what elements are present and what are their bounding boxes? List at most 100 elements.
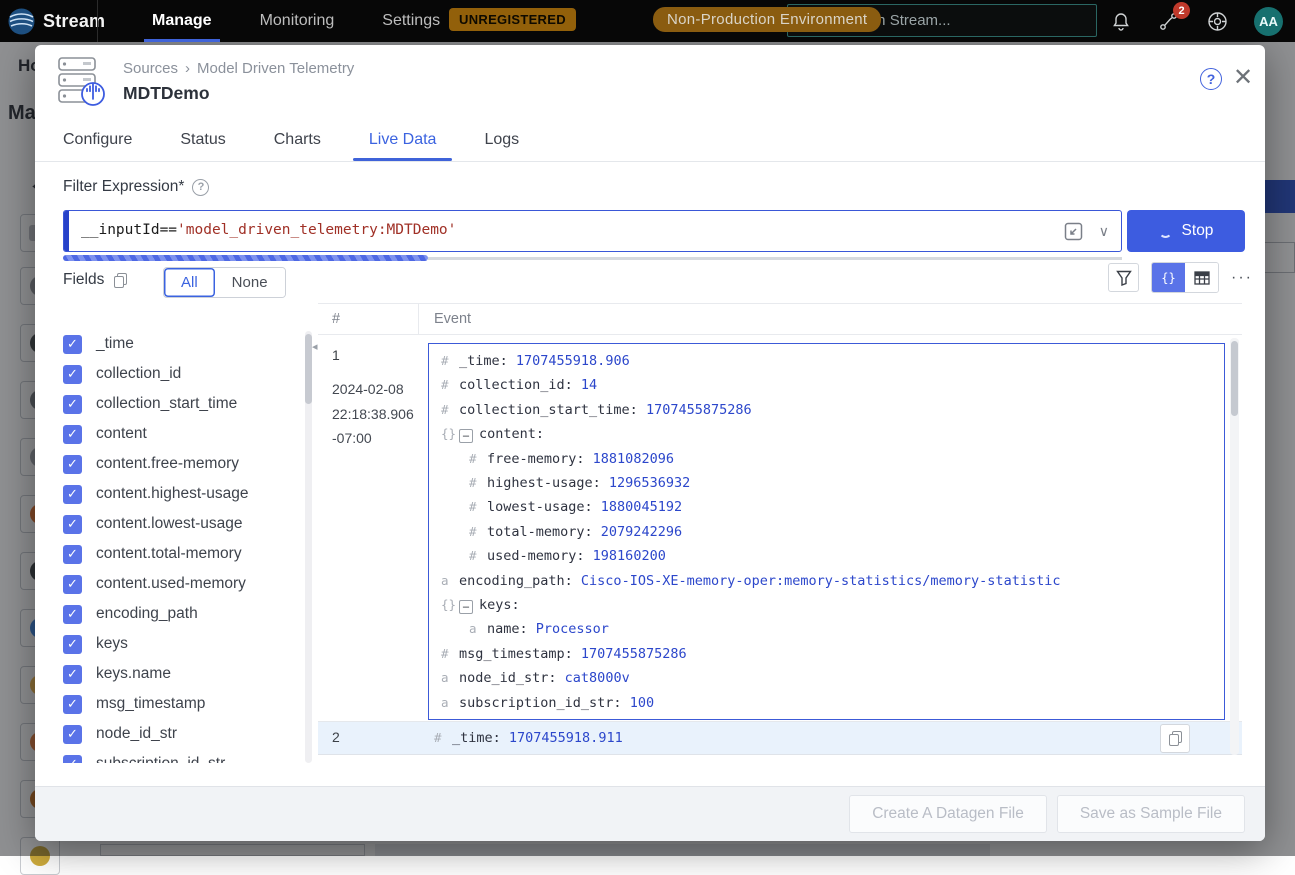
event-value: 198160200	[585, 548, 666, 564]
filter-label-row: Filter Expression* ?	[63, 178, 209, 196]
field-checkbox[interactable]: ✓	[63, 335, 82, 354]
copy-fields-icon[interactable]	[114, 273, 127, 288]
tab-configure[interactable]: Configure	[63, 118, 132, 161]
field-item-content[interactable]: ✓content	[63, 419, 298, 449]
field-checkbox[interactable]: ✓	[63, 515, 82, 534]
user-avatar[interactable]: AA	[1254, 7, 1283, 36]
breadcrumb-sources[interactable]: Sources	[123, 60, 178, 77]
field-item-collection_start_time[interactable]: ✓collection_start_time	[63, 389, 298, 419]
event-field-total-memory[interactable]: #total-memory: 2079242296	[429, 520, 1224, 544]
event-field-name[interactable]: aname: Processor	[429, 617, 1224, 641]
field-checkbox[interactable]: ✓	[63, 665, 82, 684]
event-value: 1707455918.906	[508, 353, 630, 369]
events-scrollbar[interactable]	[1230, 338, 1239, 755]
json-view-button[interactable]: {}	[1152, 263, 1185, 292]
more-options-icon[interactable]: ···	[1231, 269, 1253, 287]
event-field-msg_timestamp[interactable]: #msg_timestamp: 1707455875286	[429, 642, 1224, 666]
expand-editor-icon[interactable]	[1064, 222, 1083, 241]
event-field-content[interactable]: {}−content:	[429, 422, 1224, 446]
event-value: 1880045192	[593, 499, 682, 515]
breadcrumb-source-type[interactable]: Model Driven Telemetry	[197, 60, 354, 77]
filter-expression-input[interactable]: __inputId=='model_driven_telemetry:MDTDe…	[63, 210, 1122, 252]
event-row-2[interactable]: 2 #_time: 1707455918.911	[318, 722, 1242, 755]
field-checkbox[interactable]: ✓	[63, 695, 82, 714]
field-item-content.highest-usage[interactable]: ✓content.highest-usage	[63, 479, 298, 509]
field-item-msg_timestamp[interactable]: ✓msg_timestamp	[63, 689, 298, 719]
field-item-keys[interactable]: ✓keys	[63, 629, 298, 659]
events-scrollbar-thumb[interactable]	[1231, 341, 1238, 416]
field-checkbox[interactable]: ✓	[63, 425, 82, 444]
field-item-_time[interactable]: ✓_time	[63, 329, 298, 359]
field-checkbox[interactable]: ✓	[63, 725, 82, 744]
num-type-icon: #	[441, 642, 459, 666]
field-checkbox[interactable]: ✓	[63, 545, 82, 564]
fields-all-button[interactable]: All	[164, 268, 215, 297]
event-field-used-memory[interactable]: #used-memory: 198160200	[429, 544, 1224, 568]
collapse-node-icon[interactable]: −	[459, 600, 473, 614]
brand[interactable]: Stream	[0, 8, 97, 35]
fields-none-button[interactable]: None	[215, 268, 285, 297]
fields-scrollbar[interactable]	[305, 331, 312, 763]
field-item-encoding_path[interactable]: ✓encoding_path	[63, 599, 298, 629]
filter-expression-value[interactable]: __inputId=='model_driven_telemetry:MDTDe…	[81, 222, 456, 238]
save-sample-button[interactable]: Save as Sample File	[1057, 795, 1245, 833]
field-checkbox[interactable]: ✓	[63, 395, 82, 414]
event-field-encoding_path[interactable]: aencoding_path: Cisco-IOS-XE-memory-oper…	[429, 569, 1224, 593]
column-header-number: #	[332, 311, 340, 327]
close-icon[interactable]: ✕	[1233, 65, 1253, 91]
event-key: subscription_id_str:	[459, 695, 622, 711]
field-item-keys.name[interactable]: ✓keys.name	[63, 659, 298, 689]
tab-charts[interactable]: Charts	[274, 118, 321, 161]
field-checkbox[interactable]: ✓	[63, 575, 82, 594]
field-checkbox[interactable]: ✓	[63, 635, 82, 654]
nav-item-settings[interactable]: Settings	[382, 0, 440, 42]
event-field-_time[interactable]: #_time: 1707455918.911	[422, 726, 623, 750]
event-field-node_id_str[interactable]: anode_id_str: cat8000v	[429, 666, 1224, 690]
filter-help-icon[interactable]: ?	[192, 179, 209, 196]
field-checkbox[interactable]: ✓	[63, 605, 82, 624]
tab-logs[interactable]: Logs	[484, 118, 519, 161]
filter-funnel-icon[interactable]	[1108, 263, 1139, 292]
event-field-lowest-usage[interactable]: #lowest-usage: 1880045192	[429, 495, 1224, 519]
nav-item-manage[interactable]: Manage	[152, 0, 212, 42]
nav-item-monitoring[interactable]: Monitoring	[260, 0, 335, 42]
event-field-collection_start_time[interactable]: #collection_start_time: 1707455875286	[429, 398, 1224, 422]
field-item-subscription_id_str[interactable]: ✓subscription_id_str	[63, 749, 298, 763]
jobs-branch-icon[interactable]: 2	[1158, 10, 1180, 32]
event-field-collection_id[interactable]: #collection_id: 14	[429, 373, 1224, 397]
fields-scrollbar-thumb[interactable]	[305, 334, 312, 404]
field-checkbox[interactable]: ✓	[63, 365, 82, 384]
collapse-node-icon[interactable]: −	[459, 429, 473, 443]
field-checkbox[interactable]: ✓	[63, 485, 82, 504]
table-view-button[interactable]	[1185, 263, 1218, 292]
str-type-icon: a	[441, 569, 459, 593]
event-field-subscription_id_str[interactable]: asubscription_id_str: 100	[429, 691, 1224, 715]
field-checkbox[interactable]: ✓	[63, 455, 82, 474]
tab-status[interactable]: Status	[180, 118, 225, 161]
create-datagen-button[interactable]: Create A Datagen File	[849, 795, 1047, 833]
event-field-highest-usage[interactable]: #highest-usage: 1296536932	[429, 471, 1224, 495]
field-item-content.free-memory[interactable]: ✓content.free-memory	[63, 449, 298, 479]
expression-history-chevron-icon[interactable]: ∨	[1099, 223, 1109, 240]
event-row-1[interactable]: 1 2024-02-08 22:18:38.906 -07:00 #_time:…	[318, 335, 1242, 722]
notifications-bell-icon[interactable]	[1110, 10, 1132, 32]
event-field-free-memory[interactable]: #free-memory: 1881082096	[429, 447, 1224, 471]
field-item-content.total-memory[interactable]: ✓content.total-memory	[63, 539, 298, 569]
tab-live-data[interactable]: Live Data	[369, 118, 437, 161]
field-item-node_id_str[interactable]: ✓ node_id_str	[63, 719, 298, 749]
field-item-content.lowest-usage[interactable]: ✓content.lowest-usage	[63, 509, 298, 539]
event-key: content:	[479, 426, 544, 442]
stop-button[interactable]: Stop	[1127, 210, 1245, 252]
event-field-keys[interactable]: {}−keys:	[429, 593, 1224, 617]
field-label: node_id_str	[96, 725, 177, 743]
modal-help-icon[interactable]: ?	[1200, 68, 1222, 90]
copy-event-icon[interactable]	[1160, 724, 1190, 753]
event-field-_time[interactable]: #_time: 1707455918.906	[429, 349, 1224, 373]
community-globe-icon[interactable]	[1206, 10, 1228, 32]
events-table: # Event 1 2024-02-08 22:18:38.906 -07:00…	[318, 303, 1242, 755]
num-type-icon: #	[441, 398, 459, 422]
event-json-view[interactable]: #_time: 1707455918.906#collection_id: 14…	[428, 343, 1225, 720]
field-item-content.used-memory[interactable]: ✓content.used-memory	[63, 569, 298, 599]
field-item-collection_id[interactable]: ✓collection_id	[63, 359, 298, 389]
field-checkbox[interactable]: ✓	[63, 755, 82, 764]
